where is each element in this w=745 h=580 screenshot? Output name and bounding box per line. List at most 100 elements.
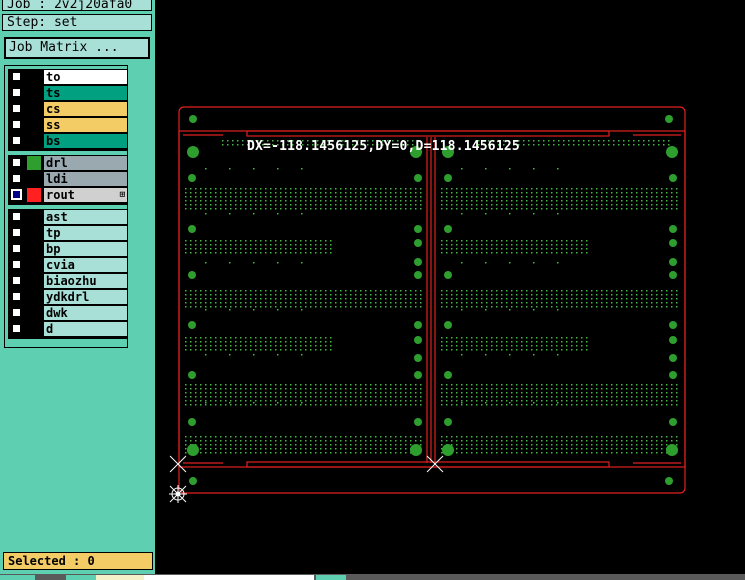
pad — [414, 174, 422, 182]
pcb-panel-drawing — [169, 106, 686, 503]
pad — [666, 146, 678, 158]
pad — [188, 371, 196, 379]
layer-name[interactable]: tp — [44, 226, 127, 240]
pad — [414, 371, 422, 379]
pad — [669, 239, 677, 247]
layer-checkbox[interactable] — [12, 72, 21, 81]
pad — [414, 336, 422, 344]
layer-checkbox[interactable] — [12, 228, 21, 237]
layer-row-ast[interactable]: ast — [8, 209, 127, 225]
pad — [414, 258, 422, 266]
sidebar: Job : 2v2j20afa0 Step: set Job Matrix ..… — [0, 0, 155, 580]
layer-name[interactable]: bp — [44, 242, 127, 256]
layer-checkbox[interactable] — [12, 120, 21, 129]
pad — [444, 225, 452, 233]
layer-name[interactable]: ss — [44, 118, 127, 132]
layer-name[interactable]: ast — [44, 210, 127, 224]
pad — [669, 336, 677, 344]
pad — [414, 271, 422, 279]
layer-name[interactable]: ldi — [44, 172, 127, 186]
toolbar-segment[interactable] — [66, 575, 96, 580]
pad — [444, 271, 452, 279]
layer-name[interactable]: bs — [44, 134, 127, 148]
pad — [444, 371, 452, 379]
step-label: Step: set — [2, 14, 152, 31]
layer-checkbox[interactable] — [12, 174, 21, 183]
layer-row-ss[interactable]: ss — [8, 117, 127, 133]
layer-row-rout[interactable]: rout ⊞ — [8, 187, 127, 203]
layer-row-cvia[interactable]: cvia — [8, 257, 127, 273]
pad — [188, 418, 196, 426]
measurement-readout: DX=-118.1456125,DY=0,D=118.1456125 — [247, 139, 520, 154]
layer-name[interactable]: cs — [44, 102, 127, 116]
layer-row-bs[interactable]: bs — [8, 133, 127, 149]
pad — [669, 354, 677, 362]
pad — [414, 239, 422, 247]
layer-group-other: ast tp bp cvia biaozhu ydkdrl dwk d — [8, 209, 127, 339]
layer-checkbox[interactable] — [12, 212, 21, 221]
layer-checkbox[interactable] — [12, 276, 21, 285]
layer-row-cs[interactable]: cs — [8, 101, 127, 117]
pad — [669, 418, 677, 426]
layer-checkbox[interactable] — [12, 136, 21, 145]
pad — [444, 174, 452, 182]
layer-row-ts[interactable]: ts — [8, 85, 127, 101]
layer-checkbox[interactable] — [12, 244, 21, 253]
pad — [414, 418, 422, 426]
pad — [189, 115, 197, 123]
expand-icon[interactable]: ⊞ — [120, 188, 125, 202]
pad — [188, 225, 196, 233]
layer-name[interactable]: drl — [44, 156, 127, 170]
layer-name[interactable]: rout ⊞ — [44, 188, 127, 202]
layer-list: to ts cs ss bs drl ldi rout ⊞ ast tp bp cvia biaozh… — [4, 65, 128, 348]
layer-row-ydkdrl[interactable]: ydkdrl — [8, 289, 127, 305]
layer-color-swatch[interactable] — [27, 188, 41, 202]
layer-checkbox[interactable] — [12, 158, 21, 167]
job-matrix-button[interactable]: Job Matrix ... — [4, 37, 150, 59]
layer-checkbox[interactable] — [12, 292, 21, 301]
pad — [414, 354, 422, 362]
pad — [189, 477, 197, 485]
layer-name[interactable]: ts — [44, 86, 127, 100]
layer-checkbox[interactable] — [11, 189, 22, 200]
selected-count: Selected : 0 — [3, 552, 153, 570]
layer-row-tp[interactable]: tp — [8, 225, 127, 241]
layer-name[interactable]: cvia — [44, 258, 127, 272]
pad — [665, 477, 673, 485]
layer-name[interactable]: biaozhu — [44, 274, 127, 288]
layer-checkbox[interactable] — [12, 260, 21, 269]
pad — [444, 418, 452, 426]
layer-color-swatch[interactable] — [27, 156, 41, 170]
layer-row-ldi[interactable]: ldi — [8, 171, 127, 187]
layer-name[interactable]: dwk — [44, 306, 127, 320]
layer-row-dwk[interactable]: dwk — [8, 305, 127, 321]
layer-name[interactable]: to — [44, 70, 127, 84]
pad — [188, 321, 196, 329]
toolbar-segment[interactable] — [96, 575, 144, 580]
layer-checkbox[interactable] — [12, 308, 21, 317]
pad — [669, 258, 677, 266]
pad — [444, 321, 452, 329]
pad — [187, 146, 199, 158]
graphics-canvas[interactable]: DX=-118.1456125,DY=0,D=118.1456125 — [155, 0, 745, 574]
toolbar-segment[interactable] — [316, 575, 346, 580]
layer-row-bp[interactable]: bp — [8, 241, 127, 257]
toolbar-input[interactable] — [144, 575, 314, 580]
layer-checkbox[interactable] — [12, 324, 21, 333]
layer-name[interactable]: d — [44, 322, 127, 336]
layer-row-biaozhu[interactable]: biaozhu — [8, 273, 127, 289]
pad — [669, 225, 677, 233]
layer-group-outer: to ts cs ss bs — [8, 69, 127, 151]
layer-row-drl[interactable]: drl — [8, 155, 127, 171]
pad — [410, 444, 422, 456]
pad — [188, 174, 196, 182]
layer-row-d[interactable]: d — [8, 321, 127, 337]
layer-group-drill: drl ldi rout ⊞ — [8, 155, 127, 205]
toolbar-segment[interactable] — [0, 575, 35, 580]
layer-name[interactable]: ydkdrl — [44, 290, 127, 304]
pad — [666, 444, 678, 456]
pad — [669, 321, 677, 329]
layer-checkbox[interactable] — [12, 104, 21, 113]
layer-checkbox[interactable] — [12, 88, 21, 97]
layer-row-to[interactable]: to — [8, 69, 127, 85]
